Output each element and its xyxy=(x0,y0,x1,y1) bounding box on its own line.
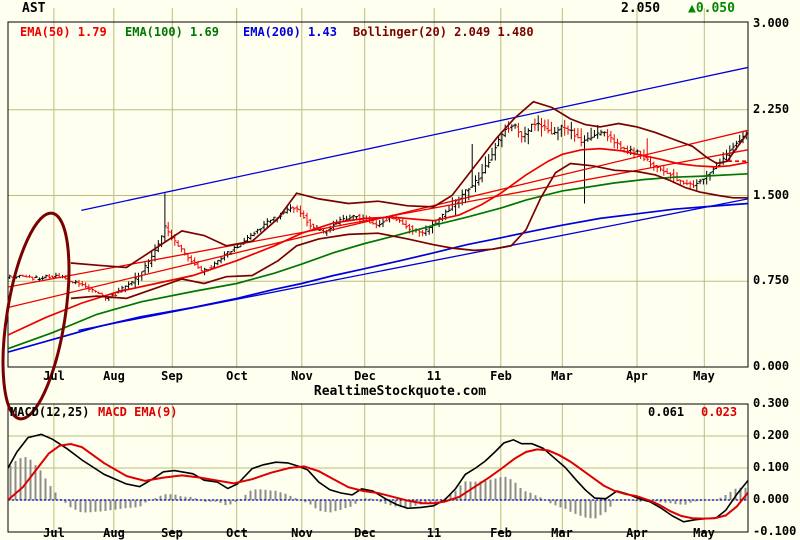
price-y-tick: 2.250 xyxy=(753,102,790,116)
legend-item-ema200: EMA(200) 1.43 xyxy=(243,25,337,39)
price-x-tick: 11 xyxy=(426,369,442,383)
price-y-tick: 1.500 xyxy=(753,188,790,202)
macd-legend-label: MACD(12,25) xyxy=(10,405,90,419)
price-x-tick: Jul xyxy=(43,369,65,383)
chart-canvas xyxy=(1,8,749,533)
price-x-tick: Aug xyxy=(103,369,125,383)
macd-y-tick: 0.100 xyxy=(753,460,790,474)
price-y-tick: 0.750 xyxy=(753,273,790,287)
price-x-tick: Oct xyxy=(226,369,248,383)
macd-x-tick: Aug xyxy=(103,526,125,540)
price-x-tick: Mar xyxy=(551,369,573,383)
price-y-tick: 3.000 xyxy=(753,16,790,30)
macd-x-tick: 11 xyxy=(426,526,442,540)
legend-item-ema100: EMA(100) 1.69 xyxy=(125,25,219,39)
ellipse-annotation xyxy=(1,211,71,421)
macd-x-tick: Apr xyxy=(626,526,648,540)
price-y-tick: 0.000 xyxy=(753,359,790,373)
macd-x-tick: Nov xyxy=(291,526,313,540)
macd-y-tick: 0.000 xyxy=(753,492,790,506)
macd-x-tick: Feb xyxy=(490,526,512,540)
macd-histogram xyxy=(9,457,747,519)
price-x-tick: Feb xyxy=(490,369,512,383)
ticker-symbol: AST xyxy=(22,1,46,16)
legend-item-ema50: EMA(50) 1.79 xyxy=(20,25,107,39)
macd-x-tick: Mar xyxy=(551,526,573,540)
price-x-tick: Apr xyxy=(626,369,648,383)
macd-x-tick: Dec xyxy=(354,526,376,540)
stock-chart-page: AST 2.050 ▲0.050 EMA(50) 1.79 EMA(100) 1.… xyxy=(0,0,800,540)
channel-upper-line xyxy=(81,66,748,212)
macd-value: 0.061 xyxy=(648,405,685,419)
macd-x-tick: Sep xyxy=(161,526,183,540)
macd-y-tick: 0.200 xyxy=(753,428,790,442)
macd-y-tick: 0.300 xyxy=(753,396,790,410)
legend-item-bollinger: Bollinger(20) 2.049 1.480 xyxy=(353,25,534,39)
price-x-tick: Dec xyxy=(354,369,376,383)
macd-x-tick: May xyxy=(693,526,715,540)
macd-y-tick: -0.100 xyxy=(753,524,797,538)
watermark: RealtimeStockquote.com xyxy=(313,384,487,399)
macd-x-tick: Oct xyxy=(226,526,248,540)
macd-signal-legend-label: MACD EMA(9) xyxy=(98,405,178,419)
macd-signal-value: 0.023 xyxy=(701,405,738,419)
macd-x-tick: Jul xyxy=(43,526,65,540)
last-price: 2.050 xyxy=(621,1,661,16)
price-x-tick: May xyxy=(693,369,715,383)
price-x-tick: Sep xyxy=(161,369,183,383)
price-x-tick: Nov xyxy=(291,369,313,383)
price-change: ▲0.050 xyxy=(688,1,735,16)
